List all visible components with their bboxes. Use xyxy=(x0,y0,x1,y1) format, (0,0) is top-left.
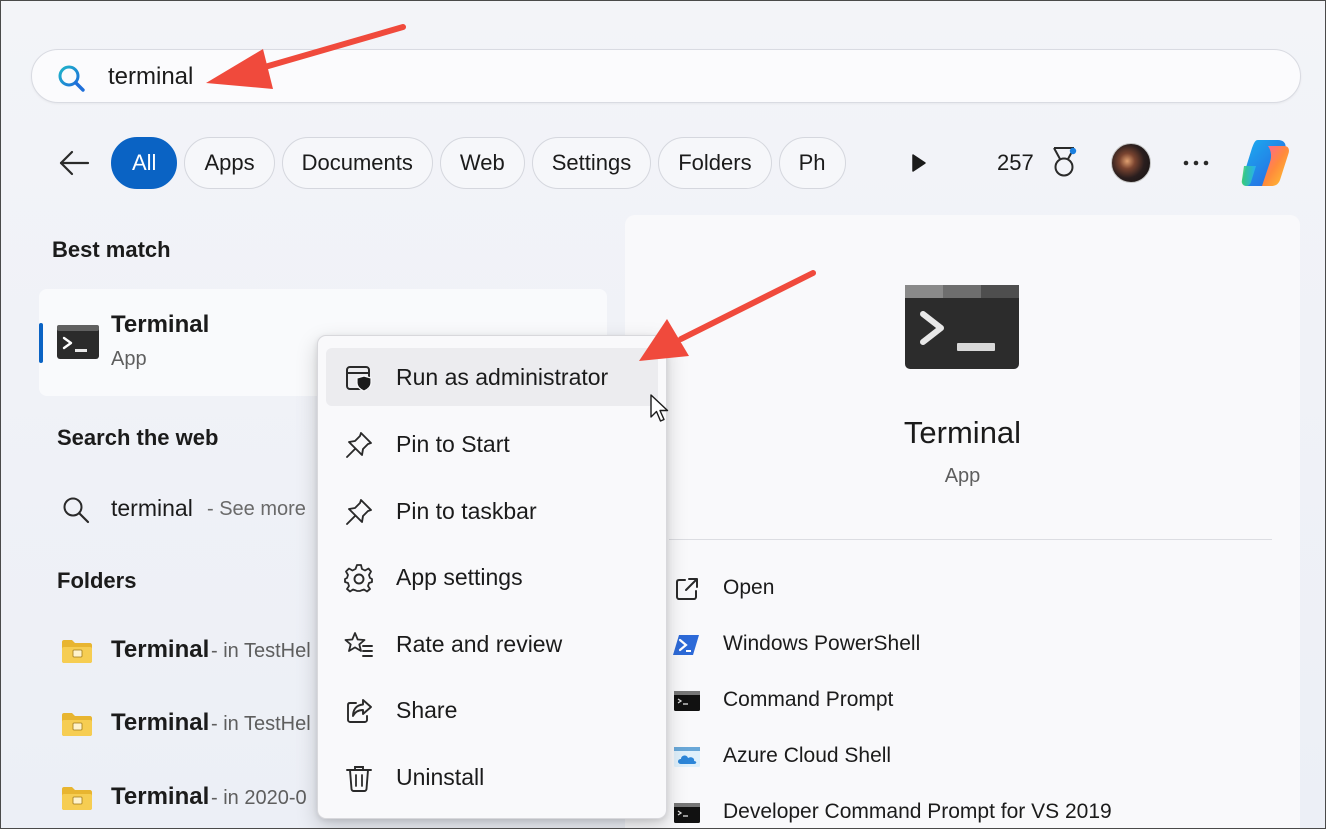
best-match-heading: Best match xyxy=(52,237,171,262)
pin-icon xyxy=(346,499,372,525)
folder-icon xyxy=(62,640,92,663)
preview-action-label: Command Prompt xyxy=(723,688,894,711)
menu-item-rate-and-review[interactable]: Rate and review xyxy=(326,615,658,673)
folder-icon xyxy=(62,713,92,736)
more-options-icon[interactable] xyxy=(1181,153,1211,173)
search-icon xyxy=(63,497,90,524)
menu-item-pin-to-start[interactable]: Pin to Start xyxy=(326,415,658,473)
folder-location: - in TestHel xyxy=(211,713,311,735)
star-list-icon xyxy=(344,632,373,657)
search-box[interactable]: terminal xyxy=(31,49,1301,103)
filter-chip-all[interactable]: All xyxy=(111,137,178,189)
menu-item-uninstall[interactable]: Uninstall xyxy=(326,748,658,806)
shield-window-icon xyxy=(346,366,372,392)
folder-name: Terminal xyxy=(111,709,210,736)
azure-cloud-icon xyxy=(674,747,700,767)
filter-chips: All Apps Documents Web Settings Folders … xyxy=(111,136,873,190)
folder-name: Terminal xyxy=(111,636,210,663)
menu-item-label: Share xyxy=(396,697,458,723)
folders-heading: Folders xyxy=(57,568,137,593)
trash-icon xyxy=(346,766,372,792)
search-web-heading: Search the web xyxy=(57,425,219,450)
user-avatar[interactable] xyxy=(1111,143,1151,183)
start-search-window: terminal All Apps Documents Web Settings… xyxy=(0,0,1326,829)
menu-item-label: Run as administrator xyxy=(396,364,609,390)
dev-cmd-icon xyxy=(674,803,700,823)
folder-location: - in TestHel xyxy=(211,640,311,662)
selection-indicator xyxy=(39,323,43,363)
menu-item-label: Rate and review xyxy=(396,631,563,657)
preview-action-label: Windows PowerShell xyxy=(723,632,921,655)
menu-item-label: App settings xyxy=(396,564,523,590)
best-match-name: Terminal xyxy=(111,311,210,338)
menu-item-label: Pin to Start xyxy=(396,431,510,457)
preview-app-name: Terminal xyxy=(903,415,1022,450)
preview-app-type: App xyxy=(944,465,981,487)
mouse-cursor-icon xyxy=(650,394,669,422)
folder-location: - in 2020-0 xyxy=(211,787,307,809)
back-arrow-icon[interactable] xyxy=(57,146,91,180)
pin-icon xyxy=(346,432,372,458)
menu-item-label: Uninstall xyxy=(396,764,485,790)
terminal-app-icon xyxy=(57,325,99,359)
rewards-points[interactable]: 257 xyxy=(997,150,1034,176)
menu-item-share[interactable]: Share xyxy=(326,681,658,739)
folder-icon xyxy=(62,787,92,810)
filter-chip-photos[interactable]: Ph xyxy=(778,137,846,189)
terminal-large-icon xyxy=(905,285,1019,369)
search-icon xyxy=(58,65,85,92)
preview-pane: Terminal App Open Windows PowerShell Com… xyxy=(625,215,1300,828)
filter-chip-web[interactable]: Web xyxy=(439,137,525,189)
gear-icon xyxy=(344,564,373,593)
preview-action-label: Azure Cloud Shell xyxy=(723,744,892,767)
menu-item-label: Pin to taskbar xyxy=(396,498,537,524)
menu-item-run-as-admin[interactable]: Run as administrator xyxy=(326,348,658,406)
powershell-icon xyxy=(673,635,699,655)
preview-divider xyxy=(669,539,1272,540)
best-match-type: App xyxy=(111,348,147,370)
filter-chip-settings[interactable]: Settings xyxy=(531,137,652,189)
rewards-medal-icon[interactable] xyxy=(1049,145,1079,181)
filter-chip-apps[interactable]: Apps xyxy=(184,137,275,189)
more-filters-play-icon[interactable] xyxy=(906,151,930,175)
copilot-icon[interactable] xyxy=(1238,136,1292,190)
folder-name: Terminal xyxy=(111,783,210,810)
open-external-icon xyxy=(676,578,698,600)
web-search-query: terminal xyxy=(111,495,193,521)
filter-chip-documents[interactable]: Documents xyxy=(281,137,433,189)
context-menu: Run as administrator Pin to Start Pin to… xyxy=(317,335,667,819)
cmd-icon xyxy=(674,691,700,711)
menu-item-pin-to-taskbar[interactable]: Pin to taskbar xyxy=(326,482,658,540)
share-icon xyxy=(347,699,372,723)
preview-action-label: Developer Command Prompt for VS 2019 xyxy=(723,800,1112,823)
web-search-see-more: - See more xyxy=(207,498,306,520)
search-input[interactable]: terminal xyxy=(108,63,193,91)
menu-item-app-settings[interactable]: App settings xyxy=(326,548,658,606)
preview-action-label: Open xyxy=(723,576,775,599)
filter-chip-folders[interactable]: Folders xyxy=(658,137,772,189)
